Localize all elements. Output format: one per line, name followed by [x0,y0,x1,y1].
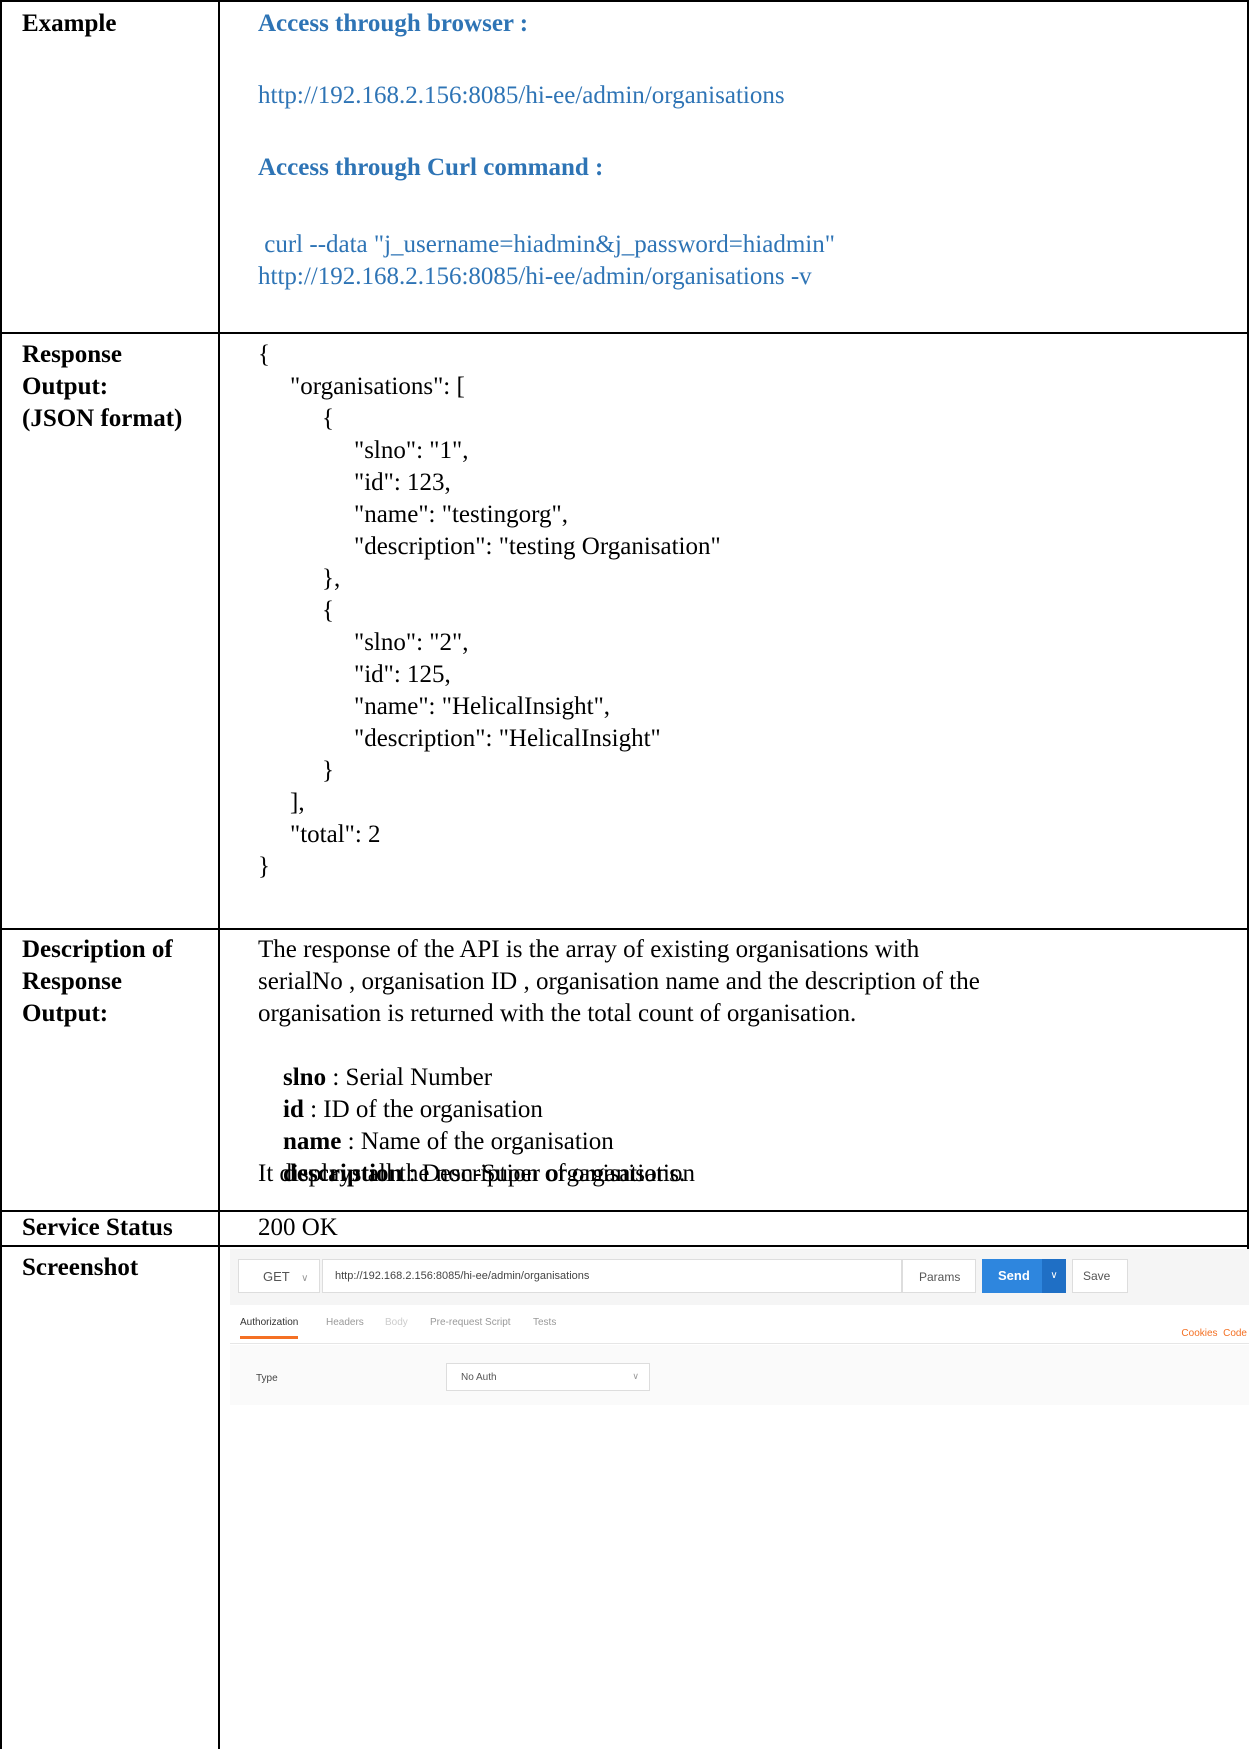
json-line: }, [322,565,341,592]
response-label-line2: Output: [22,373,109,400]
browser-heading: Access through browser : [258,10,529,37]
send-label: Send [998,1268,1030,1283]
tab-label: Body [385,1317,408,1328]
json-line: } [322,757,334,784]
save-label: Save [1083,1269,1111,1283]
chevron-down-icon: ∨ [1050,1270,1058,1281]
tab-tests[interactable]: Tests [533,1317,556,1328]
curl-heading: Access through Curl command : [258,154,604,181]
json-line: ], [290,789,305,816]
description-paragraph-line3: organisation is returned with the total … [258,1000,857,1027]
url-input[interactable]: http://192.168.2.156:8085/hi-ee/admin/or… [322,1259,902,1293]
row-divider [0,332,1249,334]
json-line: "description": "HelicalInsight" [354,725,661,752]
json-line: { [258,341,270,368]
params-button[interactable]: Params [902,1259,976,1293]
chevron-down-icon: ∨ [632,1371,639,1381]
service-status-value: 200 OK [258,1214,338,1241]
description-paragraph-line2: serialNo , organisation ID , organisatio… [258,968,980,995]
method-label: GET [263,1269,290,1284]
json-line: "description": "testing Organisation" [354,533,721,560]
auth-type-panel [230,1345,1249,1405]
browser-url[interactable]: http://192.168.2.156:8085/hi-ee/admin/or… [258,80,785,112]
tab-label: Tests [533,1317,557,1328]
json-line: } [258,853,270,880]
auth-type-value: No Auth [461,1372,497,1383]
description-label-line2: Response [22,968,123,995]
save-button[interactable]: Save [1072,1259,1128,1293]
screenshot-label: Screenshot [22,1254,139,1281]
row-divider [0,1245,1249,1247]
row-divider [0,928,1249,930]
description-label-line3: Output: [22,1000,109,1027]
cookies-code-label: Cookies Code [1181,1328,1247,1339]
json-line: "id": 125, [354,661,451,688]
auth-type-select[interactable]: No Auth ∨ [446,1363,650,1391]
json-line: "id": 123, [354,469,451,496]
column-divider [218,0,220,1749]
type-label: Type [256,1373,278,1384]
tab-label: Pre-request Script [430,1317,511,1328]
json-line: "organisations": [ [290,373,465,400]
json-line: "slno": "1", [354,437,469,464]
request-tabs [230,1305,1249,1344]
description-paragraph-line1: The response of the API is the array of … [258,936,920,963]
url-text: http://192.168.2.156:8085/hi-ee/admin/or… [335,1270,590,1282]
table-top-border [0,0,1249,2]
json-line: "slno": "2", [354,629,469,656]
send-options-button[interactable]: ∨ [1042,1259,1066,1293]
tab-body[interactable]: Body [385,1317,408,1328]
tab-headers[interactable]: Headers [326,1317,364,1328]
json-line: "name": "HelicalInsight", [354,693,611,720]
tab-authorization[interactable]: Authorization [240,1317,299,1339]
example-label: Example [22,10,117,37]
service-status-label: Service Status [22,1214,173,1241]
response-label-line1: Response [22,341,123,368]
json-line: { [322,597,334,624]
curl-command-line2: http://192.168.2.156:8085/hi-ee/admin/or… [258,263,812,290]
tab-label: Authorization [240,1317,299,1328]
tab-pre-request-script[interactable]: Pre-request Script [430,1317,511,1328]
table-left-border [0,0,2,1749]
description-footer: It displays all the non-Super organisati… [258,1160,686,1187]
json-line: "total": 2 [290,821,381,848]
chevron-down-icon: ∨ [301,1273,309,1284]
params-label: Params [919,1270,961,1284]
method-select[interactable]: GET ∨ [238,1259,320,1293]
json-line: { [322,405,334,432]
description-label-line1: Description of [22,936,173,963]
tab-label: Headers [326,1317,364,1328]
curl-command-line1: curl --data "j_username=hiadmin&j_passwo… [258,231,835,258]
json-line: "name": "testingorg", [354,501,568,528]
postman-screenshot: GET ∨ http://192.168.2.156:8085/hi-ee/ad… [230,1249,1249,1749]
response-label-line3: (JSON format) [22,405,183,432]
